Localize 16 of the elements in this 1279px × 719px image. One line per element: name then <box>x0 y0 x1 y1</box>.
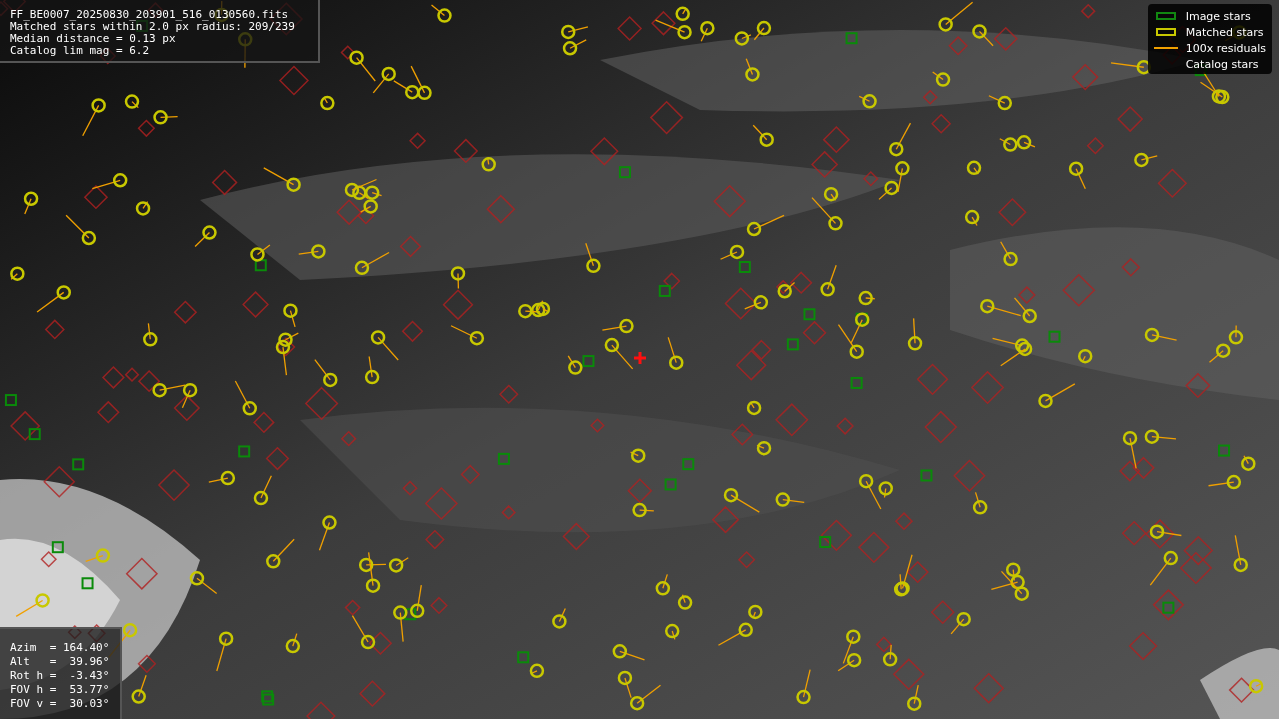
info-text: Catalog lim mag = 6.2 <box>10 45 151 57</box>
pointing-text: FOV h = 53.77° <box>10 683 111 697</box>
legend-label: 100x residuals <box>1185 41 1266 55</box>
info-text: Matched stars within 2.0 px radius: 209/239 <box>10 21 296 33</box>
info-text: Median distance = 0.13 px <box>10 33 177 45</box>
pointing-text: Alt = 39.96° <box>10 655 111 669</box>
legend-swatch-icon <box>1155 28 1176 36</box>
legend-swatch-icon <box>1155 12 1176 20</box>
legend-line-icon <box>1153 47 1178 49</box>
info-text: FF_BE0007_20250830_203901_516_0130560.fits <box>10 9 290 21</box>
legend-label: Matched stars <box>1185 25 1264 39</box>
pointing-text: FOV v = 30.03° <box>10 697 111 711</box>
pointing-text: Rot h = -3.43° <box>10 669 111 683</box>
legend-label: Image stars <box>1185 9 1251 23</box>
pointing-text: Azim = 164.40° <box>10 641 111 655</box>
legend-label: Catalog stars <box>1185 57 1259 71</box>
